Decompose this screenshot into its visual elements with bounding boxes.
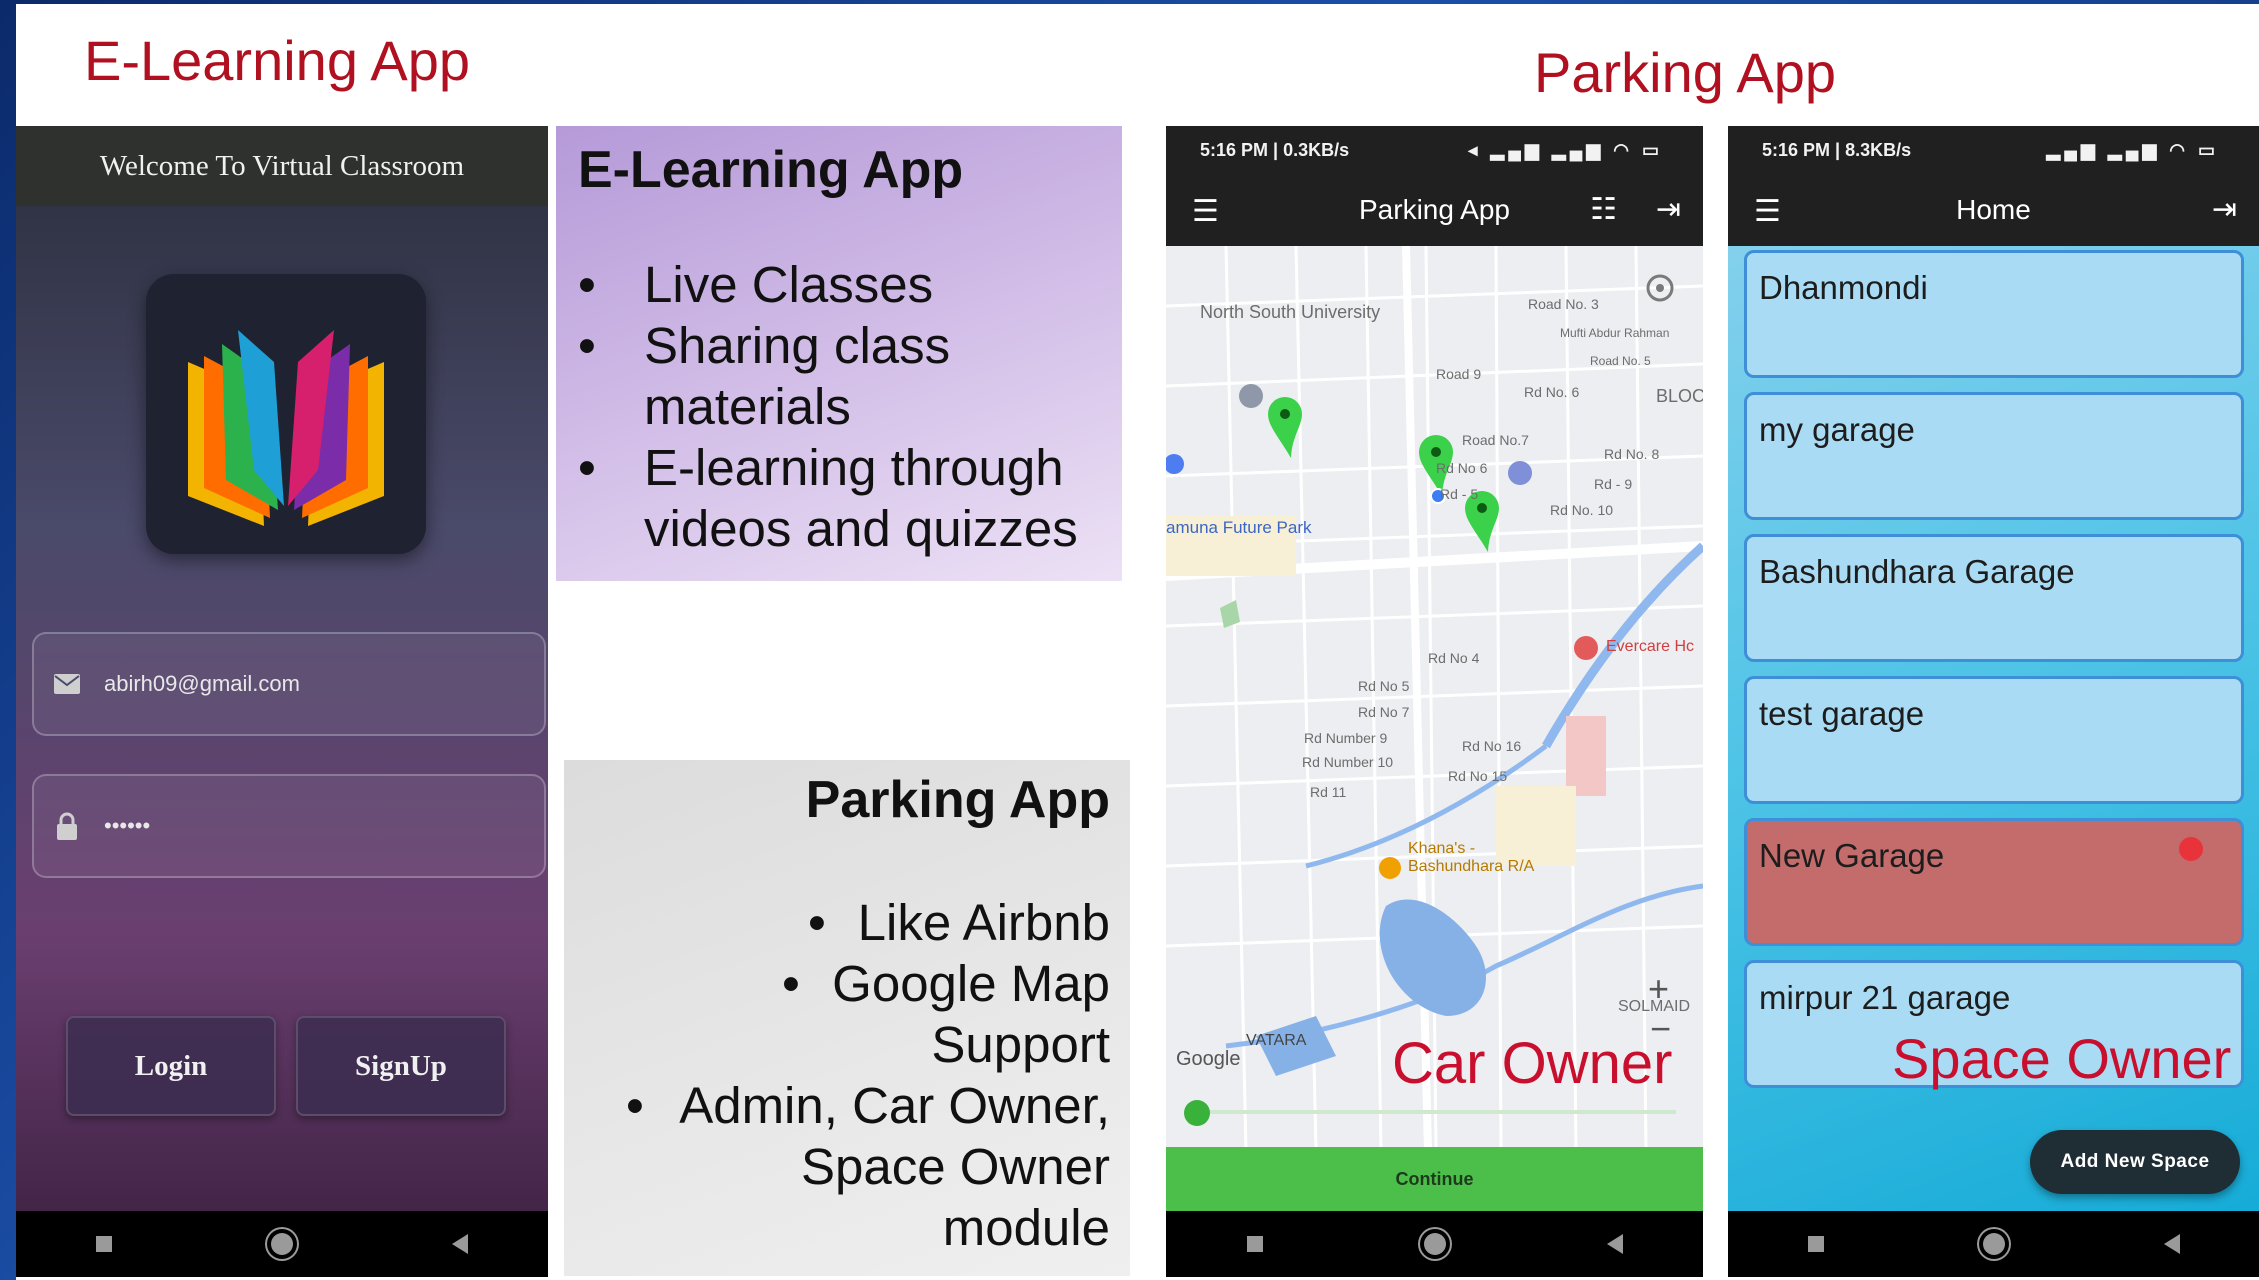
book-logo-icon	[146, 274, 426, 554]
signal-icon: ◂ ▂▄▆ ▂▄▆ ◠ ▭	[1468, 139, 1663, 160]
radius-slider-handle[interactable]	[1184, 1100, 1210, 1126]
back-icon[interactable]	[2163, 1234, 2180, 1254]
menu-icon[interactable]: ☰	[1754, 194, 1781, 229]
menu-icon[interactable]: ☰	[1192, 194, 1219, 229]
back-icon[interactable]	[452, 1234, 469, 1254]
car-owner-phone-screen: 5:16 PM | 0.3KB/s ◂ ▂▄▆ ▂▄▆ ◠ ▭ ☰ Parkin…	[1166, 126, 1703, 1277]
elearning-topbar: Welcome To Virtual Classroom	[16, 126, 548, 206]
map-label: Rd No 5	[1358, 678, 1410, 694]
list-icon[interactable]: ☷	[1590, 192, 1617, 227]
car-owner-overlay: Car Owner	[1392, 1031, 1673, 1096]
map-label: Rd - 9	[1594, 476, 1633, 492]
back-icon[interactable]	[1606, 1234, 1623, 1254]
status-bar: 5:16 PM | 8.3KB/s ▂▄▆ ▂▄▆ ◠ ▭	[1728, 126, 2259, 174]
list-item: • Sharing class materials	[578, 317, 951, 435]
parking-bullet-list: • Like Airbnb • Google Map Support • Admin,…	[590, 892, 1110, 1258]
space-owner-overlay: Space Owner	[1892, 1027, 2232, 1090]
map-label: Road 9	[1436, 366, 1482, 382]
logout-icon[interactable]: ⇥	[2212, 192, 2237, 227]
map-label: Rd No. 10	[1550, 502, 1614, 518]
map-label: Rd No. 8	[1604, 446, 1660, 462]
garage-card[interactable]: my garage	[1744, 392, 2244, 520]
map-label: BLOC	[1656, 386, 1703, 406]
elearning-features-box: E-Learning App • Live Classes • Sharing cl…	[556, 126, 1122, 581]
logout-icon[interactable]: ⇥	[1656, 192, 1681, 227]
google-map[interactable]: North South University Road No. 3 Road 9…	[1166, 246, 1703, 1151]
map-label: Rd No 16	[1462, 738, 1522, 754]
elearning-bullet-list: • Live Classes • Sharing class materials •…	[578, 254, 1108, 559]
password-value: ••••••	[104, 813, 151, 838]
map-label: Rd 11	[1310, 784, 1347, 800]
app-bar: ☰ Home ⇥	[1728, 174, 2259, 246]
recents-icon[interactable]	[1246, 1236, 1263, 1252]
app-title: Home	[1956, 194, 2031, 225]
list-item: • Admin, Car Owner, Space Owner module	[626, 1077, 1110, 1256]
map-label: Rd No 7	[1358, 704, 1410, 720]
status-dot-icon	[2179, 837, 2203, 861]
android-nav-bar	[16, 1211, 548, 1277]
map-label: VATARA	[1246, 1032, 1307, 1049]
heading-parking: Parking App	[1534, 41, 1836, 104]
email-value: abirh09@gmail.com	[104, 671, 300, 696]
heading-elearning: E-Learning App	[84, 29, 471, 92]
garage-card[interactable]: test garage	[1744, 676, 2244, 804]
app-title: Parking App	[1359, 194, 1510, 225]
map-label: Rd No 15	[1448, 768, 1508, 784]
status-time: 5:16 PM | 0.3KB/s	[1200, 139, 1350, 160]
map-label: Rd No 4	[1428, 650, 1480, 666]
map-label: Rd Number 9	[1304, 730, 1388, 746]
signup-button[interactable]: SignUp	[296, 1016, 506, 1116]
map-label: Rd No. 6	[1524, 384, 1580, 400]
garage-card[interactable]: Bashundhara Garage	[1744, 534, 2244, 662]
login-button[interactable]: Login	[66, 1016, 276, 1116]
map-label: Mufti Abdur Rahman	[1560, 326, 1670, 340]
map-label: Road No. 3	[1528, 296, 1599, 312]
status-time: 5:16 PM | 8.3KB/s	[1762, 139, 1912, 160]
my-location-icon[interactable]	[1646, 276, 1674, 304]
map-label: amuna Future Park	[1166, 518, 1312, 537]
elearning-welcome-title: Welcome To Virtual Classroom	[99, 149, 465, 182]
map-label: Road No.7	[1462, 432, 1529, 448]
map-label: Rd - 5	[1440, 486, 1479, 502]
list-item: • E-learning through videos and quizzes	[578, 439, 1078, 557]
list-item: • Live Classes	[578, 256, 934, 313]
list-item: • Google Map Support	[782, 955, 1110, 1073]
google-logo: Google	[1176, 1048, 1241, 1070]
android-nav-bar	[1728, 1211, 2259, 1277]
home-icon[interactable]	[1982, 1233, 2005, 1255]
recents-icon[interactable]	[95, 1236, 112, 1252]
radius-slider-track[interactable]	[1194, 1110, 1676, 1114]
elearning-box-title: E-Learning App	[578, 141, 964, 199]
lock-icon	[52, 811, 82, 841]
map-label: North South University	[1200, 302, 1381, 322]
email-field[interactable]: abirh09@gmail.com	[32, 632, 546, 736]
home-icon[interactable]	[1423, 1233, 1446, 1255]
map-label: Rd No 6	[1436, 460, 1488, 476]
password-field[interactable]: ••••••	[32, 774, 546, 878]
continue-button[interactable]: Continue	[1166, 1147, 1703, 1211]
mail-icon	[52, 669, 82, 699]
add-new-space-button[interactable]: Add New Space	[2030, 1130, 2240, 1194]
signal-icon: ▂▄▆ ▂▄▆ ◠ ▭	[2046, 139, 2219, 160]
elearning-phone-screen: Welcome To Virtual Classroom abirh09@gma…	[16, 126, 548, 1277]
app-bar: ☰ Parking App ☷ ⇥	[1166, 174, 1703, 246]
parking-box-title: Parking App	[805, 771, 1110, 829]
home-icon[interactable]	[270, 1233, 293, 1255]
android-nav-bar	[1166, 1211, 1703, 1277]
garage-card[interactable]: Dhanmondi	[1744, 250, 2244, 378]
list-item: • Like Airbnb	[808, 894, 1110, 951]
map-label: Evercare Hc	[1606, 638, 1695, 655]
map-label: Khana's - Bashundhara R/A	[1408, 840, 1535, 875]
recents-icon[interactable]	[1807, 1236, 1824, 1252]
zoom-in-button[interactable]: +	[1648, 968, 1669, 1010]
space-owner-phone-screen: 5:16 PM | 8.3KB/s ▂▄▆ ▂▄▆ ◠ ▭ ☰ Home ⇥ D…	[1728, 126, 2259, 1277]
status-bar: 5:16 PM | 0.3KB/s ◂ ▂▄▆ ▂▄▆ ◠ ▭	[1166, 126, 1703, 174]
map-label: Road No. 5	[1590, 354, 1651, 368]
garage-card[interactable]: New Garage	[1744, 818, 2244, 946]
map-label: Rd Number 10	[1302, 754, 1394, 770]
parking-features-box: Parking App • Like Airbnb • Google Map Sup…	[564, 760, 1130, 1276]
